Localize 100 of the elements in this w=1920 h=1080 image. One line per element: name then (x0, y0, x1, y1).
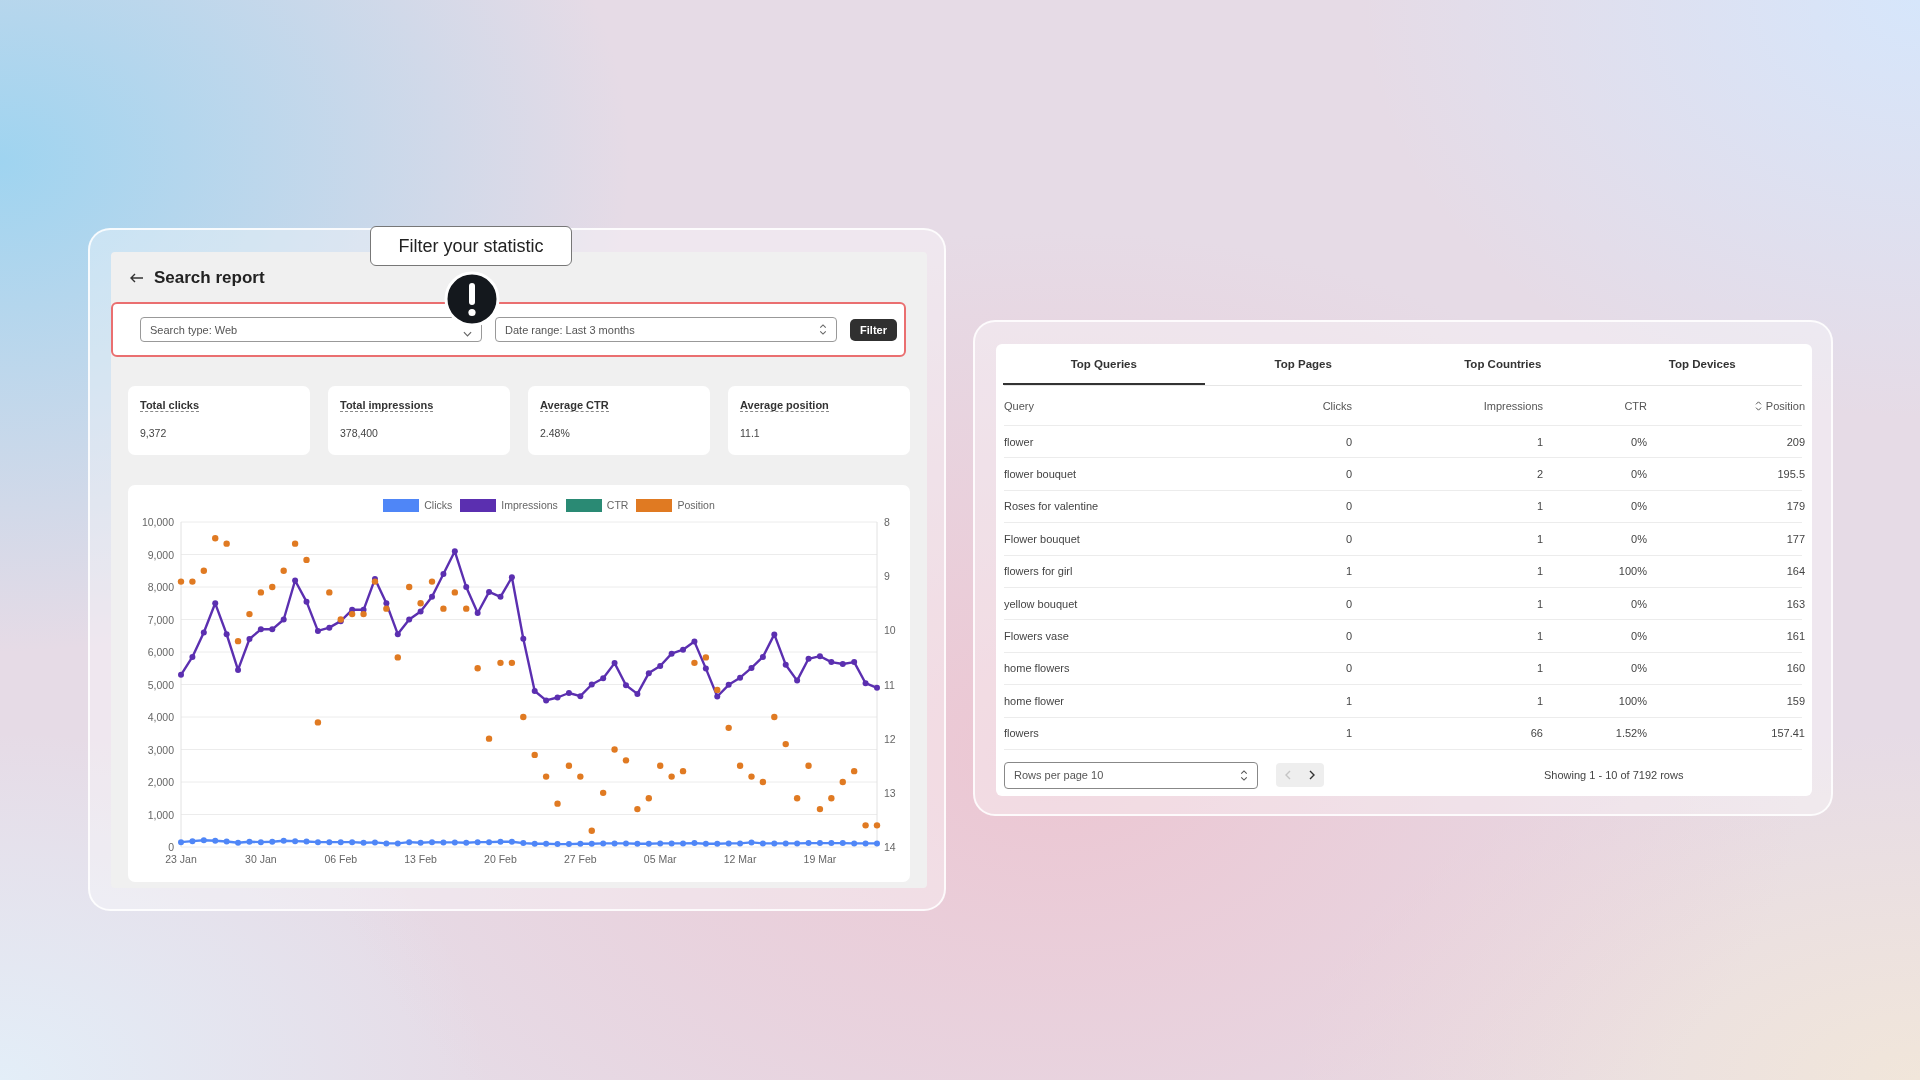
table-cell-text: 0 (1344, 662, 1352, 675)
tab[interactable]: Top Countries (1402, 344, 1604, 385)
tick-label: 13 Feb (404, 853, 437, 865)
stat-value: 378,400 (340, 427, 378, 439)
tick-label: 06 Feb (324, 853, 358, 865)
stat-label: Average CTR (540, 399, 609, 412)
table-cell-text: 0% (1630, 597, 1647, 610)
legend-label[interactable]: Clicks (424, 499, 453, 511)
table-cell-text: flower (1004, 435, 1035, 448)
table-cell-text: 0 (1344, 630, 1352, 643)
table-cell-text: 164 (1785, 565, 1805, 578)
tick-label: 2,000 (147, 776, 174, 788)
tick-label: 8 (884, 516, 890, 528)
rows-per-page-select[interactable]: Rows per page 10 (1004, 761, 1258, 789)
table-cell-text: 0% (1630, 630, 1647, 643)
table-cell-text: Roses for valentine (1004, 500, 1100, 513)
stat-label: Total impressions (340, 399, 434, 412)
stat-label: Average position (740, 399, 829, 412)
table-cell-text: yellow bouquet (1004, 597, 1079, 610)
table-cell-text: 1 (1535, 597, 1543, 610)
tick-label: 13 (884, 786, 896, 799)
stat-value: 9,372 (140, 427, 167, 439)
tick-label: 4,000 (147, 711, 174, 723)
filter-select[interactable]: Search type: Web (140, 317, 483, 342)
tick-label: 9 (884, 570, 890, 583)
table-cell-text: flowers (1004, 727, 1040, 740)
tick-label: 14 (884, 841, 896, 853)
tab[interactable]: Top Pages (1202, 344, 1404, 385)
table-cell-text: 157.41 (1770, 727, 1805, 740)
column-header[interactable]: Position (1647, 399, 1805, 412)
table-cell-text: 100% (1617, 694, 1647, 707)
tick-label: 1,000 (147, 808, 174, 821)
table-cell-text: 0 (1344, 597, 1352, 610)
table-cell-text: 1 (1535, 565, 1543, 578)
table-cell-text: 0% (1630, 435, 1647, 448)
tab[interactable]: Top Devices (1601, 344, 1803, 385)
tab[interactable]: Top Queries (1003, 344, 1205, 385)
tick-label: 11 (884, 678, 895, 691)
table-cell-text: 0 (1344, 468, 1352, 481)
tick-label: 6,000 (147, 646, 174, 658)
tick-label: 10 (884, 624, 896, 637)
table-cell-text: 0 (1344, 435, 1352, 448)
tick-label: 05 Mar (643, 853, 677, 865)
table-cell-text: 1 (1535, 630, 1543, 643)
filter-select[interactable]: Date range: Last 3 months (495, 317, 838, 342)
tooltip: Filter your statistic (370, 226, 572, 266)
table-cell-text: 0% (1630, 532, 1647, 545)
legend-label[interactable]: Impressions (501, 499, 558, 511)
table-cell-text: Flowers vase (1004, 630, 1070, 643)
table-cell-text: 1.52% (1614, 727, 1647, 740)
tick-label: 30 Jan (245, 853, 277, 865)
legend-label[interactable]: Position (677, 499, 715, 511)
table-cell-text: 1 (1535, 500, 1543, 513)
table-cell-text: 1 (1535, 435, 1543, 448)
table-cell-text: 160 (1785, 662, 1805, 675)
tick-label: 5,000 (147, 678, 174, 691)
table-cell-text: flowers for girl (1004, 565, 1074, 578)
tick-label: 12 (884, 732, 896, 745)
table-cell-text: 0% (1630, 468, 1647, 481)
column-header[interactable]: Impressions (1352, 399, 1543, 412)
table-cell-text: 195.5 (1776, 468, 1805, 481)
filter-button[interactable]: Filter (850, 318, 897, 341)
table-cell-text: 0 (1344, 500, 1352, 513)
tick-label: 8,000 (147, 581, 174, 593)
table-cell-text: 66 (1529, 727, 1543, 740)
table-cell-text: 1 (1344, 565, 1352, 578)
legend-label[interactable]: CTR (606, 499, 629, 511)
table-cell-text: 179 (1785, 500, 1805, 513)
tick-label: 10,000 (141, 516, 174, 528)
table-cell-text: 163 (1785, 597, 1805, 610)
stat-value: 11.1 (740, 427, 760, 439)
table-cell-text: home flower (1004, 694, 1065, 707)
stat-label: Total clicks (140, 399, 200, 412)
tick-label: 0 (168, 841, 174, 853)
column-header[interactable]: CTR (1543, 399, 1647, 412)
page-title: Search report (154, 268, 265, 288)
table-cell-text: 1 (1535, 662, 1543, 675)
table-cell-text: 0% (1630, 500, 1647, 513)
table-cell-text: 2 (1535, 468, 1543, 481)
table-cell-text: 0 (1344, 532, 1352, 545)
pagination-summary: Showing 1 - 10 of 7192 rows (1544, 769, 1684, 782)
table-cell-text: 100% (1617, 565, 1647, 578)
tick-label: 7,000 (147, 613, 174, 626)
column-header[interactable]: Clicks (1204, 399, 1352, 412)
table-cell-text: home flowers (1004, 662, 1071, 675)
tick-label: 27 Feb (564, 853, 597, 865)
table-cell-text: flower bouquet (1004, 468, 1078, 481)
table-cell-text: 1 (1535, 694, 1543, 707)
table-cell-text: 159 (1785, 694, 1805, 707)
table-cell-text: 177 (1785, 532, 1805, 545)
tick-label: 9,000 (147, 548, 174, 561)
stat-value: 2.48% (540, 427, 570, 439)
table-cell-text: 1 (1344, 694, 1352, 707)
table-cell-text: Flower bouquet (1004, 532, 1081, 545)
tick-label: 23 Jan (165, 853, 197, 865)
tick-label: 20 Feb (484, 853, 517, 865)
tick-label: 3,000 (147, 743, 174, 756)
table-cell-text: 0% (1630, 662, 1647, 675)
table-cell-text: 1 (1535, 532, 1543, 545)
column-header[interactable]: Query (1004, 399, 1204, 412)
